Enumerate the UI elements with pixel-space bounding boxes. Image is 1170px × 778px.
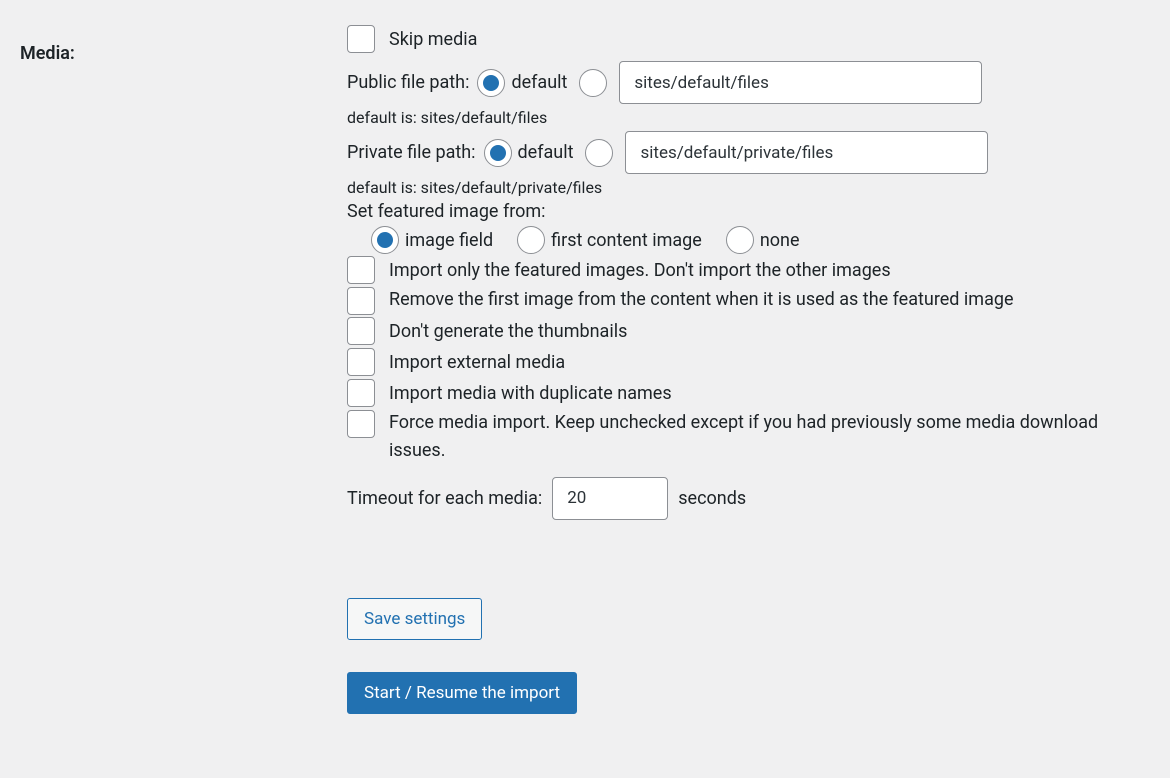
remove-first-label: Remove the first image from the content … (389, 289, 1014, 310)
featured-image-field-radio[interactable] (371, 226, 399, 254)
skip-media-label: Skip media (389, 29, 477, 50)
ext-media-label: Import external media (389, 352, 565, 373)
save-settings-button[interactable]: Save settings (347, 598, 482, 640)
remove-first-checkbox[interactable] (347, 287, 375, 315)
media-settings: Skip media Public file path: default def… (347, 25, 1170, 714)
public-path-input[interactable] (619, 61, 982, 104)
force-import-label: Force media import. Keep unchecked excep… (389, 412, 1098, 461)
private-path-label: Private file path: (347, 142, 476, 163)
dup-names-label: Import media with duplicate names (389, 383, 672, 404)
private-path-custom-radio[interactable] (585, 139, 613, 167)
no-thumbs-label: Don't generate the thumbnails (389, 321, 627, 342)
private-path-input[interactable] (625, 131, 988, 174)
featured-first-content-label: first content image (551, 230, 702, 251)
featured-first-content-radio[interactable] (517, 226, 545, 254)
no-thumbs-checkbox[interactable] (347, 317, 375, 345)
timeout-suffix: seconds (678, 488, 746, 509)
featured-none-radio[interactable] (726, 226, 754, 254)
featured-none-label: none (760, 230, 800, 251)
timeout-input[interactable] (552, 477, 668, 520)
only-featured-label: Import only the featured images. Don't i… (389, 260, 891, 281)
public-path-custom-radio[interactable] (579, 69, 607, 97)
private-path-default-radio[interactable] (484, 139, 512, 167)
public-path-default-label: default (511, 72, 567, 93)
start-import-button[interactable]: Start / Resume the import (347, 672, 577, 714)
featured-image-field-label: image field (405, 230, 493, 251)
ext-media-checkbox[interactable] (347, 348, 375, 376)
private-path-hint: default is: sites/default/private/files (347, 178, 1130, 197)
public-path-hint: default is: sites/default/files (347, 108, 1130, 127)
timeout-label: Timeout for each media: (347, 488, 542, 509)
featured-label: Set featured image from: (347, 201, 1130, 222)
section-label: Media: (0, 25, 347, 64)
only-featured-checkbox[interactable] (347, 256, 375, 284)
skip-media-checkbox[interactable] (347, 25, 375, 53)
force-import-checkbox[interactable] (347, 410, 375, 438)
private-path-default-label: default (518, 142, 574, 163)
public-path-label: Public file path: (347, 72, 469, 93)
dup-names-checkbox[interactable] (347, 379, 375, 407)
public-path-default-radio[interactable] (477, 69, 505, 97)
